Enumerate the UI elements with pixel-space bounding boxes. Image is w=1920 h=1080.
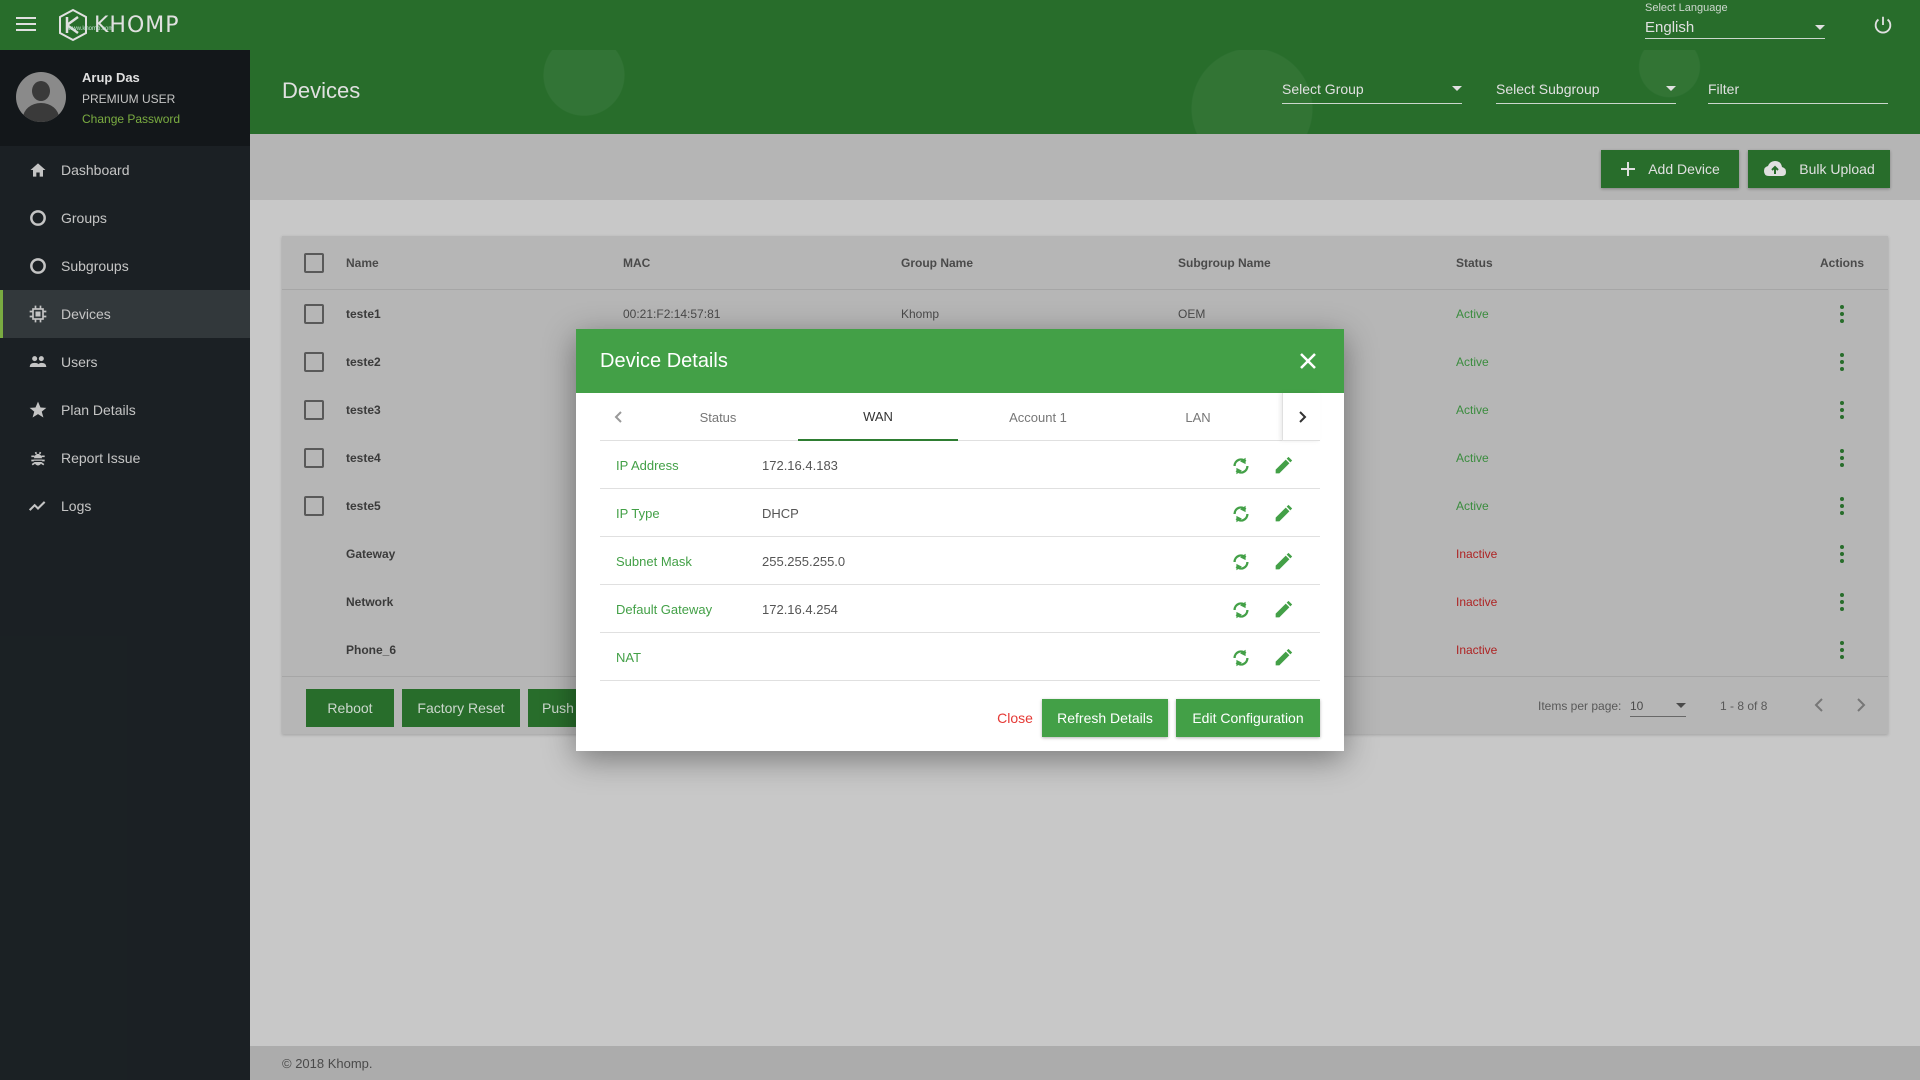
refresh-icon[interactable] [1230, 503, 1252, 525]
chevron-left-icon [614, 411, 622, 423]
dialog-footer: Close Refresh Details Edit Configuration [576, 683, 1344, 751]
edit-configuration-button[interactable]: Edit Configuration [1176, 699, 1320, 737]
tab-lan[interactable]: LAN [1118, 393, 1278, 441]
close-icon[interactable] [1296, 349, 1320, 373]
edit-icon[interactable] [1272, 503, 1294, 525]
refresh-icon[interactable] [1230, 647, 1252, 669]
edit-icon[interactable] [1272, 551, 1294, 573]
refresh-icon[interactable] [1230, 455, 1252, 477]
dialog-tabs: Status WAN Account 1 LAN [600, 393, 1320, 441]
detail-label: Subnet Mask [616, 553, 692, 569]
wan-details-list: IP Address 172.16.4.183 IP Type DHCP Subnet … [600, 441, 1320, 681]
detail-row: NAT [600, 633, 1320, 681]
tab-wan[interactable]: WAN [798, 393, 958, 441]
detail-value: 255.255.255.0 [762, 553, 846, 569]
detail-row: Subnet Mask 255.255.255.0 [600, 537, 1320, 585]
tab-status[interactable]: Status [638, 393, 798, 441]
tab-account-1[interactable]: Account 1 [958, 393, 1118, 441]
detail-label: IP Type [616, 505, 660, 521]
detail-label: IP Address [616, 457, 679, 473]
edit-icon[interactable] [1272, 455, 1294, 477]
refresh-details-button[interactable]: Refresh Details [1042, 699, 1168, 737]
tab-scroll-left[interactable] [600, 393, 638, 441]
edit-icon[interactable] [1272, 599, 1294, 621]
dialog-title: Device Details [600, 350, 728, 372]
edit-icon[interactable] [1272, 647, 1294, 669]
detail-row: Default Gateway 172.16.4.254 [600, 585, 1320, 633]
tab-scroll-right[interactable] [1282, 393, 1320, 441]
detail-row: IP Type DHCP [600, 489, 1320, 537]
chevron-right-icon [1298, 411, 1306, 423]
detail-label: NAT [616, 649, 642, 665]
device-details-dialog: Device Details Status WAN Account 1 LAN … [576, 329, 1344, 751]
detail-label: Default Gateway [616, 601, 713, 617]
refresh-icon[interactable] [1230, 551, 1252, 573]
detail-row: IP Address 172.16.4.183 [600, 441, 1320, 489]
detail-value: DHCP [762, 505, 799, 521]
detail-value: 172.16.4.183 [762, 457, 838, 473]
refresh-icon[interactable] [1230, 599, 1252, 621]
dialog-header: Device Details [576, 329, 1344, 393]
detail-value: 172.16.4.254 [762, 601, 838, 617]
